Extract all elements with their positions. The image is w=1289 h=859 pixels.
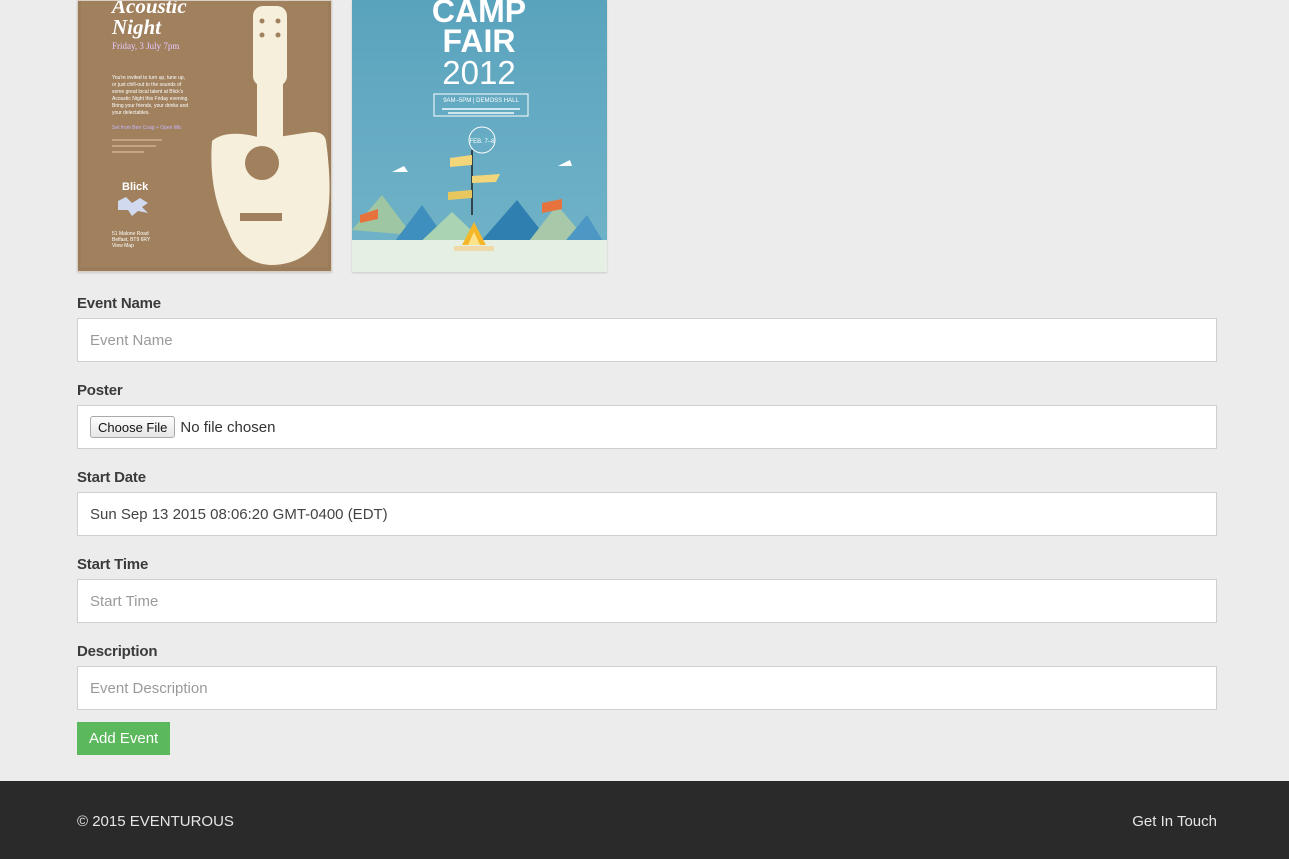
poster-group: Poster Choose File No file chosen <box>77 377 1217 449</box>
poster-dates: FEB. 7–8 <box>469 139 495 145</box>
event-name-input[interactable] <box>77 318 1217 362</box>
description-input[interactable] <box>77 666 1217 710</box>
start-date-label: Start Date <box>77 469 146 486</box>
description-group: Description <box>77 638 1217 710</box>
poster-brand: Blick <box>122 181 149 193</box>
add-event-button[interactable]: Add Event <box>77 722 171 755</box>
site-footer: © 2015 EVENTUROUS Get In Touch <box>0 781 1289 859</box>
poster-date: Friday, 3 July 7pm <box>112 41 179 51</box>
poster-file-input[interactable]: Choose File No file chosen <box>77 405 1217 449</box>
poster-year: 2012 <box>442 54 515 91</box>
event-name-group: Event Name <box>77 290 1217 362</box>
start-time-label: Start Time <box>77 556 149 573</box>
poster-thumbnail-acoustic-night[interactable]: Acoustic Night Friday, 3 July 7pm You're… <box>77 0 332 272</box>
poster-highlight: Set from Ben Craig + Open Mic <box>112 125 182 131</box>
poster-address: View Map <box>112 243 134 249</box>
poster-body-line: your delectables. <box>112 110 150 116</box>
start-date-input[interactable] <box>77 492 1217 536</box>
start-time-input[interactable] <box>77 579 1217 623</box>
poster-body-line: or just chill-out to the sounds of <box>112 82 182 88</box>
add-event-form: Event Name Poster Choose File No file ch… <box>77 290 1217 755</box>
event-name-label: Event Name <box>77 295 161 312</box>
poster-body-line: some great local talent at Blick's <box>112 89 184 95</box>
poster-label: Poster <box>77 382 123 399</box>
start-time-group: Start Time <box>77 551 1217 623</box>
poster-body-line: Bring your friends, your drinks and <box>112 103 188 109</box>
file-status-text: No file chosen <box>180 418 276 436</box>
poster-body-line: Acoustic Night this Friday evening. <box>112 96 189 102</box>
get-in-touch-link[interactable]: Get In Touch <box>1132 813 1217 830</box>
description-label: Description <box>77 643 158 660</box>
choose-file-button[interactable]: Choose File <box>90 416 176 438</box>
start-date-group: Start Date <box>77 464 1217 536</box>
poster-title: Night <box>111 15 162 39</box>
copyright-text: © 2015 EVENTUROUS <box>77 813 234 830</box>
poster-thumbnail-camp-fair[interactable]: CAMP FAIR 2012 9AM–5PM | DEMOSS HALL FEB… <box>352 0 607 272</box>
poster-details: 9AM–5PM | DEMOSS HALL <box>443 98 519 104</box>
poster-body-line: You're invited to turn up, tune up, <box>112 75 185 81</box>
